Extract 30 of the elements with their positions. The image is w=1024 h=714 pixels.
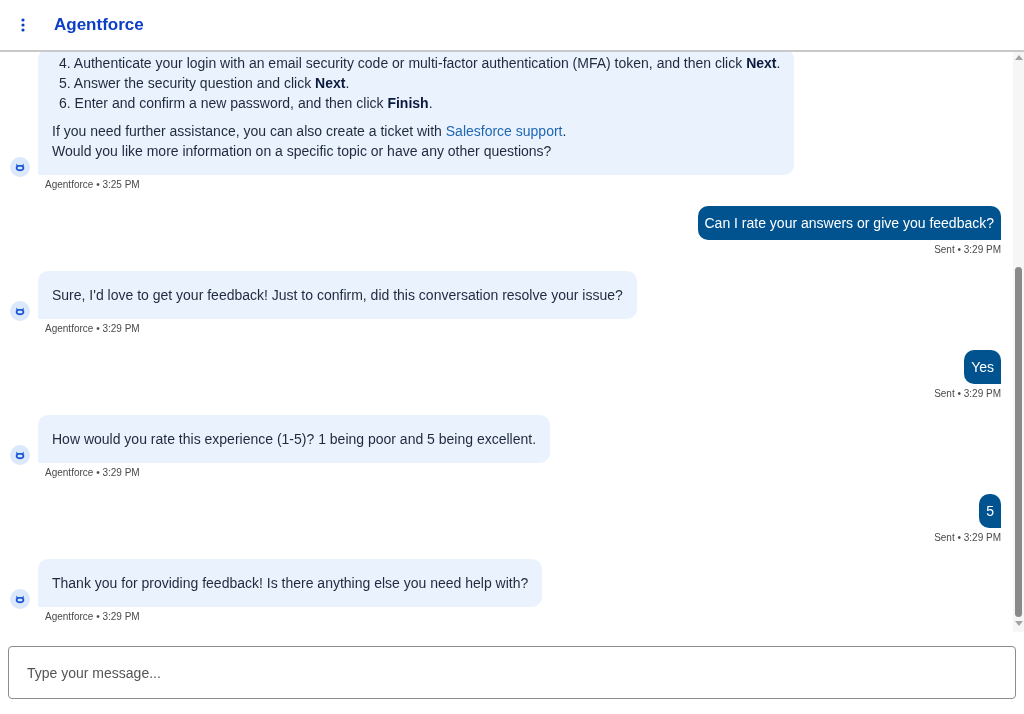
robot-avatar-icon <box>10 301 30 321</box>
robot-avatar-icon <box>10 589 30 609</box>
message-text: If you need further assistance, you can also create a ticket with <box>52 123 443 139</box>
step-text: 4. Authenticate your login with an email security code or multi-factor authentication (MFA) token, and then click Next. <box>59 54 781 73</box>
support-link[interactable]: Salesforce support <box>445 123 563 139</box>
message-timestamp: Agentforce • 3:29 PM <box>45 323 141 334</box>
message-text: . <box>562 123 567 139</box>
step-text: 5. Answer the security question and click Next. <box>59 74 351 93</box>
message-timestamp: Agentforce • 3:25 PM <box>45 179 141 190</box>
message-text: Would you like more information on a specific topic or have any other questions? <box>52 142 553 161</box>
message-text: Sure, I'd love to get your feedback! Just to confirm, did this conversation resolve your issue? <box>52 286 623 305</box>
step-text: 6. Enter and confirm a new password, and then click Finish. <box>59 94 434 113</box>
message-timestamp: Sent • 3:29 PM <box>934 388 1001 399</box>
scroll-down-icon[interactable] <box>1014 621 1023 626</box>
menu-icon[interactable] <box>21 18 25 32</box>
message-text: How would you rate this experience (1-5)? 1 being poor and 5 being excellent. <box>52 430 537 449</box>
message-text: Thank you for providing feedback! Is there anything else you need help with? <box>52 574 529 593</box>
robot-avatar-icon <box>10 157 30 177</box>
user-message-bubble: Yes <box>964 350 1001 384</box>
message-timestamp: Sent • 3:29 PM <box>934 244 1001 255</box>
robot-avatar-icon <box>10 445 30 465</box>
message-timestamp: Agentforce • 3:29 PM <box>45 467 141 478</box>
scrollbar[interactable] <box>1013 52 1024 632</box>
user-message-bubble: Can I rate your answers or give you feedback? <box>697 206 1001 240</box>
user-message-bubble: 5 <box>979 494 1001 528</box>
scroll-up-icon[interactable] <box>1014 55 1023 60</box>
message-timestamp: Sent • 3:29 PM <box>934 532 1001 543</box>
message-input-field[interactable]: Type your message... <box>8 646 1016 699</box>
message-timestamp: Agentforce • 3:29 PM <box>45 611 141 622</box>
app-title: Agentforce <box>54 15 144 35</box>
